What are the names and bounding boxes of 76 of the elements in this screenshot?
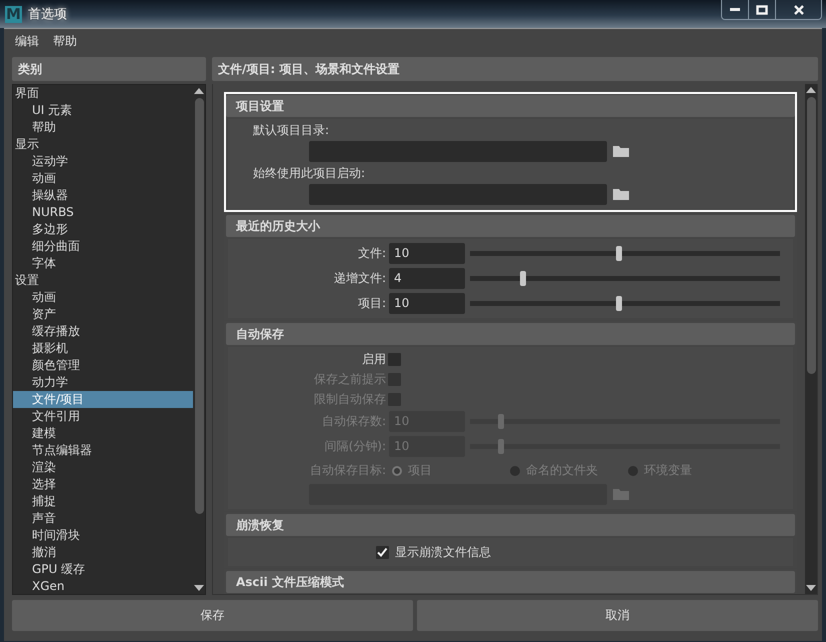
category-item[interactable]: 选择	[13, 476, 193, 493]
category-item[interactable]: 文件引用	[13, 408, 193, 425]
scroll-up-icon[interactable]	[194, 88, 204, 94]
scrollbar[interactable]	[805, 84, 817, 594]
category-item[interactable]: 颜色管理	[13, 357, 193, 374]
field-label: 始终使用此项目启动:	[253, 165, 366, 182]
slider-thumb[interactable]	[520, 271, 526, 286]
category-item[interactable]: 动力学	[13, 374, 193, 391]
slider-thumb[interactable]	[616, 246, 622, 261]
category-item[interactable]: 资产	[13, 306, 193, 323]
category-item[interactable]: GPU 缓存	[13, 561, 193, 578]
category-item[interactable]: 动画	[13, 170, 193, 187]
category-item[interactable]: 多边形	[13, 221, 193, 238]
category-item[interactable]: 渲染	[13, 459, 193, 476]
category-item[interactable]: 缓存播放	[13, 323, 193, 340]
close-button[interactable]	[776, 0, 821, 19]
scroll-down-icon[interactable]	[194, 585, 204, 591]
scroll-thumb[interactable]	[194, 98, 204, 514]
folder-icon[interactable]	[613, 145, 629, 157]
category-item[interactable]: 摄影机	[13, 340, 193, 357]
dialog-button[interactable]: 取消	[417, 600, 818, 631]
category-item[interactable]: 动画	[13, 289, 193, 306]
category-item[interactable]: 节点编辑器	[13, 442, 193, 459]
path-field[interactable]	[309, 140, 607, 162]
section-header[interactable]: 崩溃恢复	[226, 514, 795, 536]
menu-item[interactable]: 帮助	[53, 33, 77, 51]
app-logo: M	[5, 6, 22, 22]
number-field[interactable]: 10	[389, 293, 465, 314]
category-item[interactable]: 操纵器	[13, 187, 193, 204]
section-header[interactable]: 项目设置	[226, 95, 795, 117]
category-item[interactable]: 时间滑块	[13, 527, 193, 544]
category-item[interactable]: 撤消	[13, 544, 193, 561]
field-label: 递增文件:	[332, 270, 386, 287]
section-header[interactable]: 最近的历史大小	[226, 215, 795, 237]
number-field[interactable]: 10	[389, 243, 465, 264]
category-item[interactable]: 建模	[13, 425, 193, 442]
path-field[interactable]	[309, 184, 607, 204]
scroll-down-icon[interactable]	[806, 585, 816, 591]
category-item[interactable]: NURBS	[13, 204, 193, 221]
minimize-icon	[730, 8, 740, 11]
category-item[interactable]: 声音	[13, 510, 193, 527]
panel-header: 类别	[12, 57, 206, 81]
category-item[interactable]: XGen	[13, 578, 193, 594]
category-item[interactable]: 帮助	[13, 119, 193, 136]
category-item[interactable]: 运动学	[13, 153, 193, 170]
window-title: 首选项	[28, 6, 67, 23]
panel-header: 文件/项目: 项目、场景和文件设置	[212, 57, 818, 81]
checkbox[interactable]	[388, 352, 401, 366]
field-label: 项目:	[356, 295, 386, 312]
category-item[interactable]: 捕捉	[13, 493, 193, 510]
section-header[interactable]: Ascii 文件压缩模式	[226, 571, 795, 593]
field-label: 默认项目目录:	[253, 122, 330, 139]
menu-item[interactable]: 编辑	[15, 33, 39, 51]
checkbox-label: 显示崩溃文件信息	[395, 544, 491, 560]
field-label: 文件:	[356, 245, 386, 262]
category-item[interactable]: 显示	[13, 136, 193, 153]
category-item[interactable]: 界面	[13, 85, 193, 102]
category-item[interactable]: 细分曲面	[13, 238, 193, 255]
category-item[interactable]: UI 元素	[13, 102, 193, 119]
slider-thumb[interactable]	[616, 296, 622, 311]
maximize-button[interactable]	[749, 0, 776, 19]
scroll-thumb[interactable]	[806, 97, 816, 374]
category-item[interactable]: 文件/项目	[13, 391, 193, 408]
section-header[interactable]: 自动保存	[226, 323, 795, 345]
folder-icon[interactable]	[613, 188, 629, 200]
scrollbar[interactable]	[193, 85, 205, 594]
category-item[interactable]: 字体	[13, 255, 193, 272]
scroll-up-icon[interactable]	[806, 87, 816, 93]
maximize-icon	[756, 4, 768, 14]
number-field[interactable]: 4	[389, 268, 465, 289]
category-item[interactable]: 设置	[13, 272, 193, 289]
minimize-button[interactable]	[722, 0, 749, 19]
close-icon	[792, 4, 804, 14]
checkbox-label: 启用	[361, 350, 386, 368]
dialog-button[interactable]: 保存	[12, 600, 413, 631]
checkbox[interactable]	[376, 546, 389, 558]
